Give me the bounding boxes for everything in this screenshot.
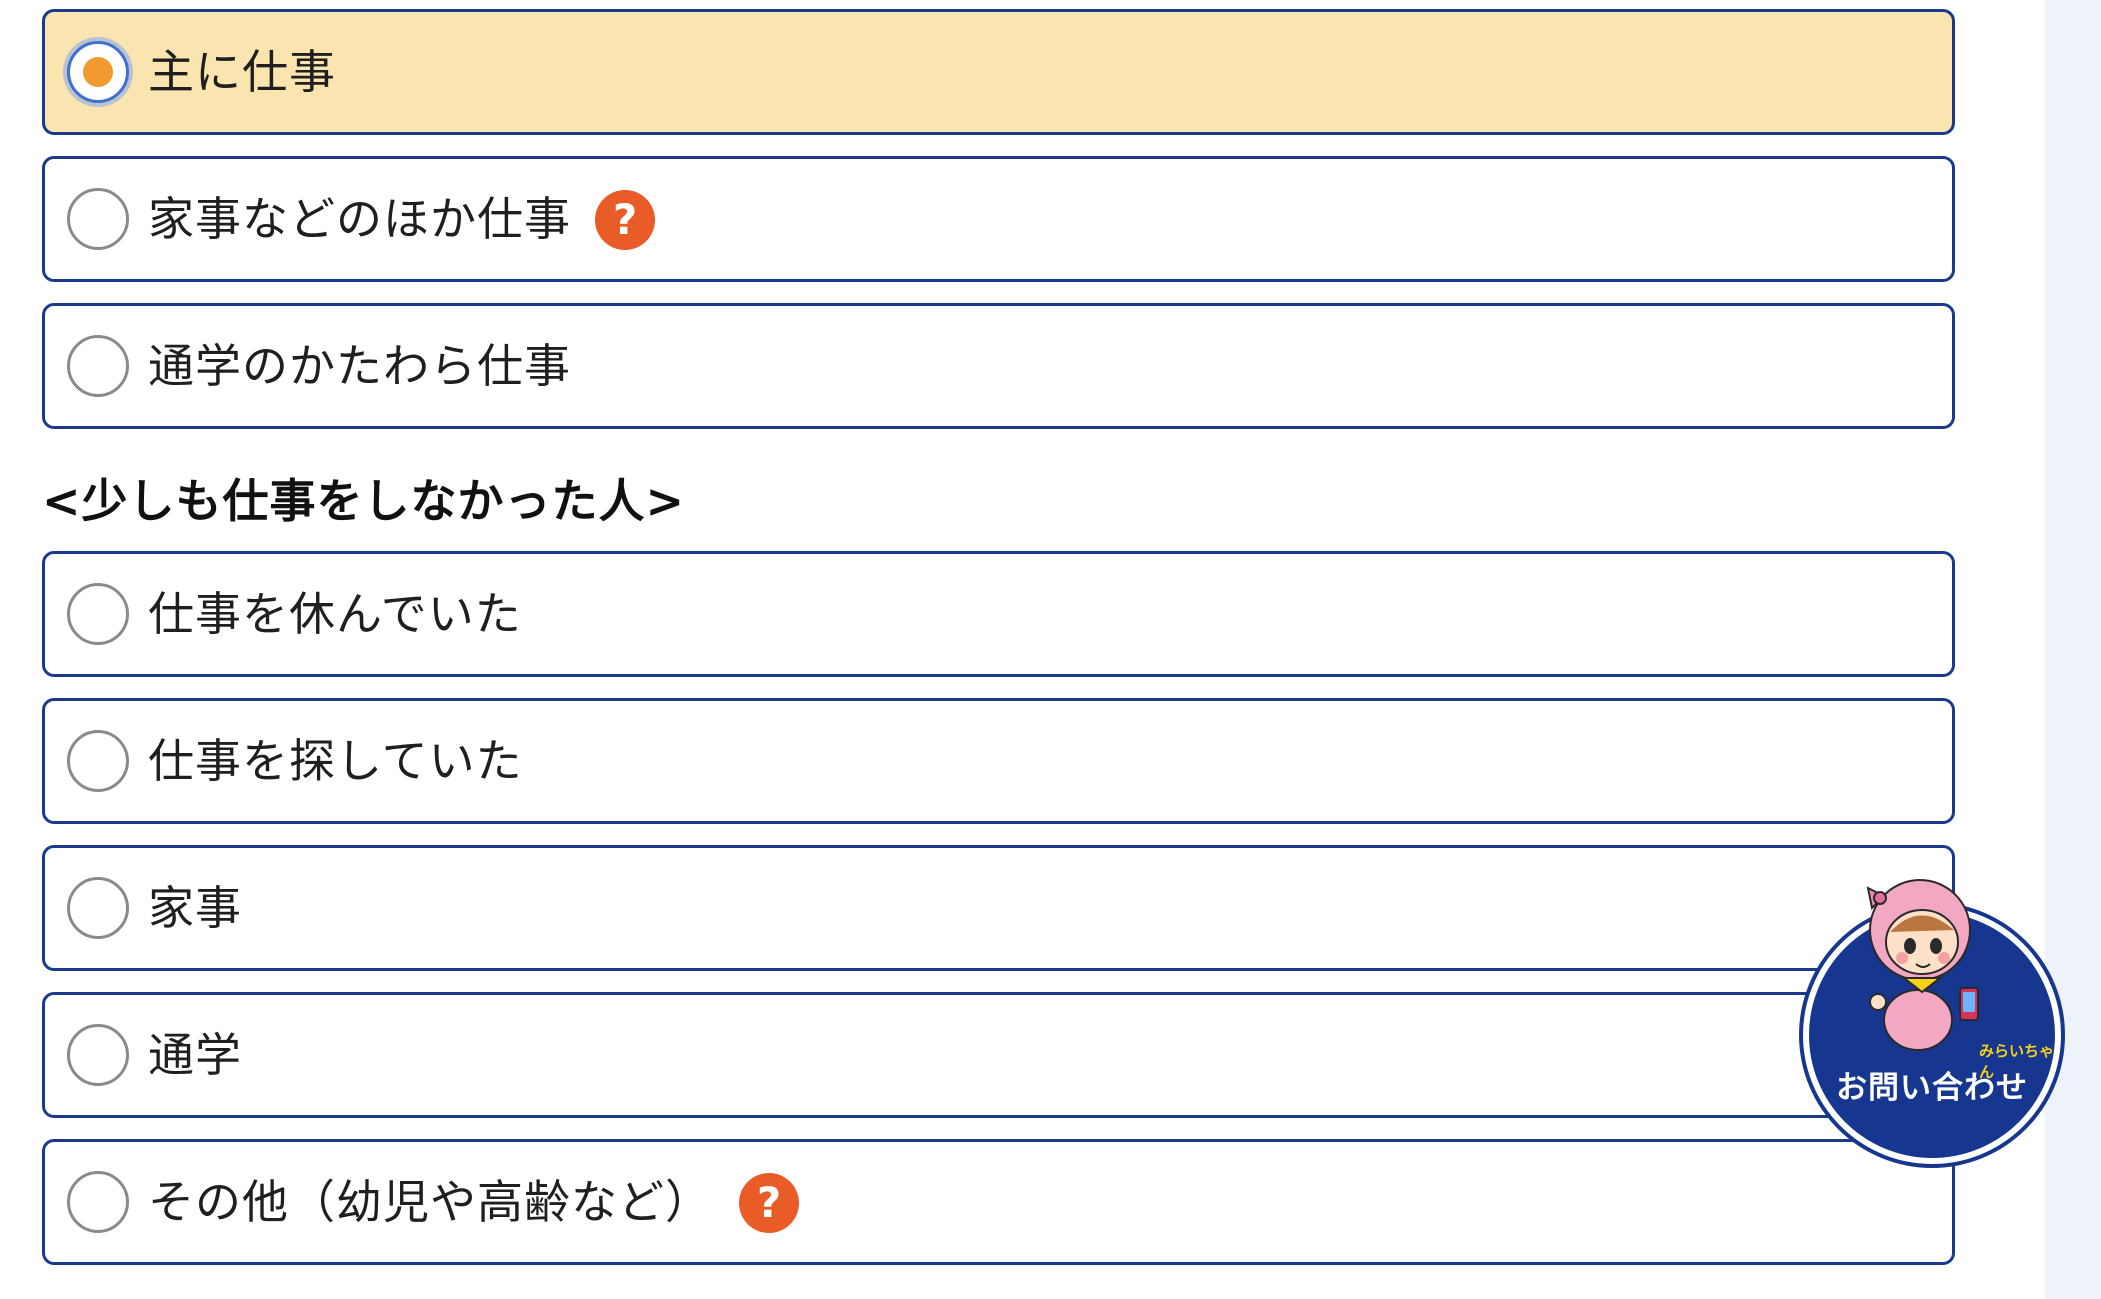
radio-button[interactable] [67,1024,129,1086]
option-other[interactable]: その他（幼児や高齢など） ? [42,1139,1955,1265]
radio-button[interactable] [67,335,129,397]
mascot-character-icon [1866,879,1979,1051]
radio-button[interactable] [67,1171,129,1233]
option-label: 家事 [148,881,242,935]
option-label: 通学 [148,1028,242,1082]
option-housework[interactable]: 家事 [42,845,1955,971]
option-label: その他（幼児や高齢など） [148,1175,712,1229]
radio-selected-dot [83,57,113,87]
section-heading: <少しも仕事をしなかった人> [42,474,686,528]
help-question-icon[interactable]: ? [595,190,655,250]
option-work-besides-school[interactable]: 通学のかたわら仕事 [42,303,1955,429]
option-mainly-work[interactable]: 主に仕事 [42,9,1955,135]
option-work-besides-housework[interactable]: 家事などのほか仕事 ? [42,156,1955,282]
radio-button[interactable] [67,730,129,792]
radio-button[interactable] [67,583,129,645]
option-school[interactable]: 通学 [42,992,1955,1118]
contact-label: お問い合わせ [1836,1070,2028,1106]
option-absent-from-work[interactable]: 仕事を休んでいた [42,551,1955,677]
radio-button[interactable] [67,188,129,250]
option-looking-for-work[interactable]: 仕事を探していた [42,698,1955,824]
radio-button-selected[interactable] [67,41,129,103]
option-label: 主に仕事 [148,45,336,99]
option-label: 通学のかたわら仕事 [148,339,571,393]
option-label: 家事などのほか仕事 [148,192,571,246]
option-label: 仕事を休んでいた [148,587,522,641]
radio-button[interactable] [67,877,129,939]
help-question-icon[interactable]: ? [739,1173,799,1233]
option-label: 仕事を探していた [148,734,523,788]
